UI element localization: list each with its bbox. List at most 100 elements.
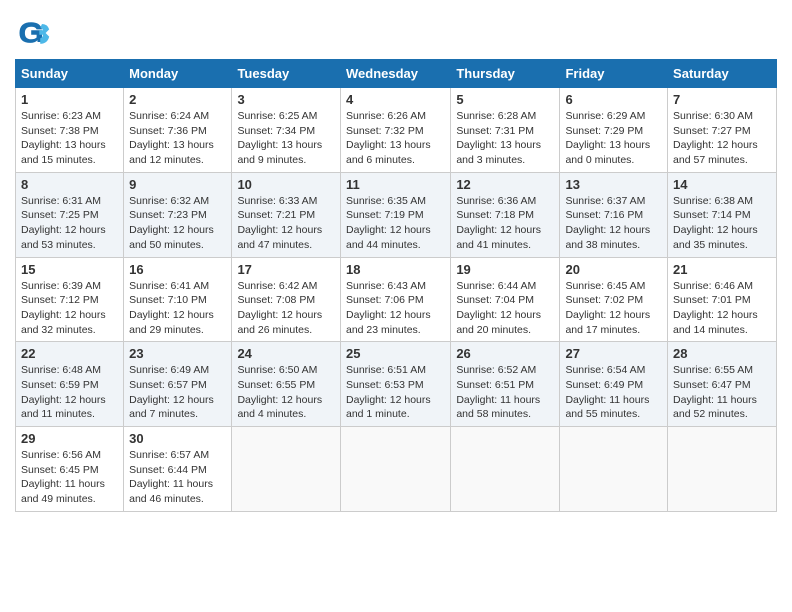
day-number: 22 [21, 346, 118, 361]
calendar-cell: 25Sunrise: 6:51 AMSunset: 6:53 PMDayligh… [340, 342, 450, 427]
col-header-saturday: Saturday [668, 60, 777, 88]
day-info-line: Sunset: 7:31 PM [456, 125, 534, 137]
day-number: 30 [129, 431, 226, 446]
col-header-thursday: Thursday [451, 60, 560, 88]
day-info-line: Sunset: 7:23 PM [129, 209, 207, 221]
calendar-cell: 4Sunrise: 6:26 AMSunset: 7:32 PMDaylight… [340, 88, 450, 173]
day-info-line: Sunrise: 6:36 AM [456, 195, 536, 207]
day-info-line: Daylight: 12 hours [237, 309, 322, 321]
day-number: 1 [21, 92, 118, 107]
calendar-cell: 19Sunrise: 6:44 AMSunset: 7:04 PMDayligh… [451, 257, 560, 342]
day-info-line: Sunset: 7:36 PM [129, 125, 207, 137]
day-info-line: Daylight: 12 hours [456, 224, 541, 236]
day-info-line: Daylight: 12 hours [237, 394, 322, 406]
day-number: 8 [21, 177, 118, 192]
day-info-line: and 3 minutes. [456, 154, 525, 166]
day-info-line: and 52 minutes. [673, 408, 748, 420]
day-info-line: Sunset: 6:45 PM [21, 464, 99, 476]
day-info-line: Daylight: 13 hours [129, 139, 214, 151]
calendar-cell [232, 427, 341, 512]
day-info: Sunrise: 6:24 AM Sunset: 7:36 PM Daylight:… [129, 109, 226, 168]
day-info-line: Sunset: 6:51 PM [456, 379, 534, 391]
day-number: 28 [673, 346, 771, 361]
day-info-line: and 35 minutes. [673, 239, 748, 251]
calendar-cell: 27Sunrise: 6:54 AMSunset: 6:49 PMDayligh… [560, 342, 668, 427]
day-info-line: Sunrise: 6:35 AM [346, 195, 426, 207]
day-info-line: and 0 minutes. [565, 154, 634, 166]
day-info-line: Sunset: 7:01 PM [673, 294, 751, 306]
day-info-line: Sunrise: 6:54 AM [565, 364, 645, 376]
day-info-line: Daylight: 12 hours [346, 224, 431, 236]
day-info-line: Sunrise: 6:24 AM [129, 110, 209, 122]
day-info: Sunrise: 6:54 AMSunset: 6:49 PMDaylight:… [565, 363, 662, 422]
day-info-line: Daylight: 12 hours [129, 309, 214, 321]
calendar-cell [340, 427, 450, 512]
day-info: Sunrise: 6:25 AMSunset: 7:34 PMDaylight:… [237, 109, 335, 168]
day-info: Sunrise: 6:30 AMSunset: 7:27 PMDaylight:… [673, 109, 771, 168]
day-info-line: Daylight: 11 hours [21, 478, 105, 490]
day-info: Sunrise: 6:38 AMSunset: 7:14 PMDaylight:… [673, 194, 771, 253]
day-info-line: Sunset: 7:25 PM [21, 209, 99, 221]
day-info-line: Daylight: 13 hours [237, 139, 322, 151]
day-info-line: and 9 minutes. [237, 154, 306, 166]
day-info-line: Sunrise: 6:57 AM [129, 449, 209, 461]
day-info-line: and 55 minutes. [565, 408, 640, 420]
day-number: 3 [237, 92, 335, 107]
day-number: 11 [346, 177, 445, 192]
day-info-line: and 26 minutes. [237, 324, 312, 336]
day-number: 24 [237, 346, 335, 361]
day-info-line: and 41 minutes. [456, 239, 531, 251]
day-info-line: Daylight: 12 hours [21, 394, 106, 406]
calendar-cell: 20Sunrise: 6:45 AMSunset: 7:02 PMDayligh… [560, 257, 668, 342]
calendar-week-2: 8Sunrise: 6:31 AMSunset: 7:25 PMDaylight… [16, 172, 777, 257]
calendar-cell [560, 427, 668, 512]
day-info-line: and 57 minutes. [673, 154, 748, 166]
day-info-line: Sunrise: 6:28 AM [456, 110, 536, 122]
calendar-cell: 8Sunrise: 6:31 AMSunset: 7:25 PMDaylight… [16, 172, 124, 257]
calendar-cell: 29Sunrise: 6:56 AMSunset: 6:45 PMDayligh… [16, 427, 124, 512]
day-number: 13 [565, 177, 662, 192]
day-info-line: and 58 minutes. [456, 408, 531, 420]
calendar-cell: 12Sunrise: 6:36 AMSunset: 7:18 PMDayligh… [451, 172, 560, 257]
page: SundayMondayTuesdayWednesdayThursdayFrid… [0, 0, 792, 527]
day-info-line: and 14 minutes. [673, 324, 748, 336]
day-info-line: Sunset: 7:14 PM [673, 209, 751, 221]
day-info: Sunrise: 6:35 AMSunset: 7:19 PMDaylight:… [346, 194, 445, 253]
day-number: 12 [456, 177, 554, 192]
day-info-line: Sunset: 6:55 PM [237, 379, 315, 391]
day-info: Sunrise: 6:43 AMSunset: 7:06 PMDaylight:… [346, 279, 445, 338]
day-info-line: Daylight: 12 hours [565, 309, 650, 321]
day-number: 19 [456, 262, 554, 277]
day-info-line: Sunrise: 6:45 AM [565, 280, 645, 292]
day-info-line: Daylight: 12 hours [129, 394, 214, 406]
day-info-line: Sunset: 7:32 PM [346, 125, 424, 137]
calendar-header-row: SundayMondayTuesdayWednesdayThursdayFrid… [16, 60, 777, 88]
calendar-cell: 22 Sunrise: 6:48 AMSunset: 6:59 PMDayligh… [16, 342, 124, 427]
day-info-line: Sunrise: 6:41 AM [129, 280, 209, 292]
day-info-line: Sunset: 6:53 PM [346, 379, 424, 391]
day-info-line: Sunset: 6:47 PM [673, 379, 751, 391]
day-info: Sunrise: 6:33 AMSunset: 7:21 PMDaylight:… [237, 194, 335, 253]
day-number: 14 [673, 177, 771, 192]
day-info: Sunrise: 6:55 AMSunset: 6:47 PMDaylight:… [673, 363, 771, 422]
day-info: Sunrise: 6:29 AMSunset: 7:29 PMDaylight:… [565, 109, 662, 168]
day-number: 10 [237, 177, 335, 192]
col-header-monday: Monday [124, 60, 232, 88]
day-info-line: Daylight: 12 hours [673, 309, 758, 321]
day-info: Sunrise: 6:48 AMSunset: 6:59 PMDaylight:… [21, 363, 118, 422]
day-info-line: Sunrise: 6:25 AM [237, 110, 317, 122]
day-info: Sunrise: 6:23 AMSunset: 7:38 PMDaylight:… [21, 109, 118, 168]
day-info-line: and 29 minutes. [129, 324, 204, 336]
calendar-cell: 23Sunrise: 6:49 AMSunset: 6:57 PMDayligh… [124, 342, 232, 427]
day-info-line: Daylight: 12 hours [237, 224, 322, 236]
calendar-cell: 15Sunrise: 6:39 AMSunset: 7:12 PMDayligh… [16, 257, 124, 342]
col-header-sunday: Sunday [16, 60, 124, 88]
day-number: 25 [346, 346, 445, 361]
day-info-line: Sunrise: 6:51 AM [346, 364, 426, 376]
day-info: Sunrise: 6:57 AMSunset: 6:44 PMDaylight:… [129, 448, 226, 507]
day-info: Sunrise: 6:50 AMSunset: 6:55 PMDaylight:… [237, 363, 335, 422]
day-info: Sunrise: 6:32 AMSunset: 7:23 PMDaylight:… [129, 194, 226, 253]
calendar-week-1: 1 Sunrise: 6:23 AMSunset: 7:38 PMDaylight… [16, 88, 777, 173]
day-info-line: Sunrise: 6:33 AM [237, 195, 317, 207]
col-header-wednesday: Wednesday [340, 60, 450, 88]
